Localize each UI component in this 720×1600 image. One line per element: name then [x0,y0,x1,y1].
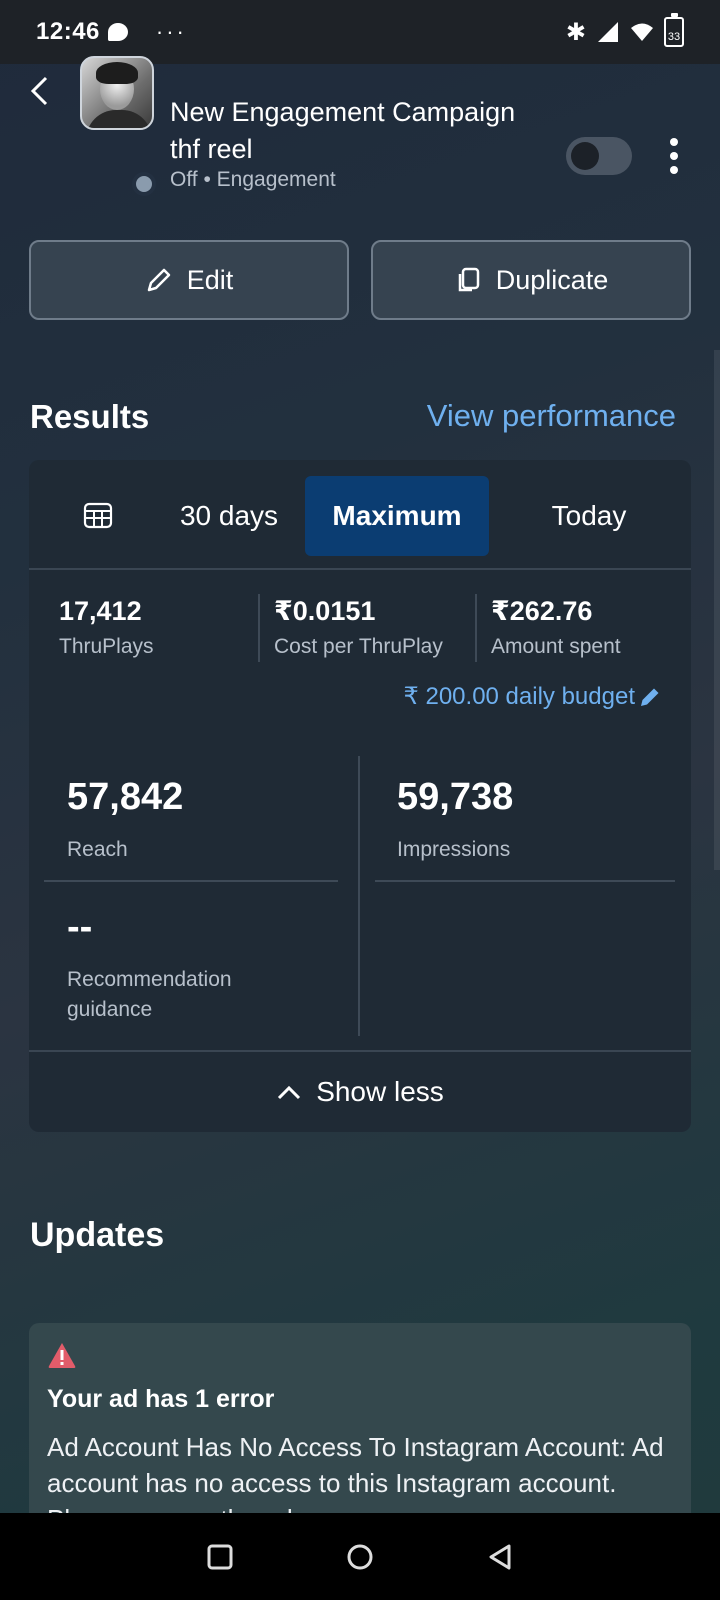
back-button[interactable] [28,76,50,115]
bluetooth-icon: ✱ [565,18,586,46]
ad-thumbnail[interactable] [80,56,154,130]
duplicate-label: Duplicate [495,264,609,295]
error-description: Ad Account Has No Access To Instagram Ac… [47,1432,664,1523]
more-options-icon[interactable] [670,138,680,178]
chevron-left-icon [30,76,48,106]
daily-budget-link[interactable]: ₹ 200.00 daily budget [404,682,661,711]
show-less-button[interactable]: Show less [29,1050,691,1132]
metric-impressions: 59,738 Impressions [397,776,514,861]
date-range-selector: 30 days Maximum Today [29,460,691,570]
metric-recommendation-guidance: -- Recommendation guidance [67,906,232,1021]
range-today[interactable]: Today [499,476,679,556]
overflow-dots: ··· [155,19,187,44]
recents-icon[interactable] [205,1542,235,1572]
range-maximum[interactable]: Maximum [305,476,489,556]
campaign-title: New Engagement Campaign thf reel [170,97,516,164]
status-time: 12:46 [36,18,100,45]
edit-label: Edit [186,264,234,295]
pencil-icon [641,688,659,706]
metric-cost-per-thruplay: ₹0.0151 Cost per ThruPlay [274,596,443,658]
duplicate-icon [458,267,479,292]
chevron-up-icon [278,1085,301,1100]
cell-signal-icon [598,22,618,42]
error-update-card[interactable]: Your ad has 1 error Ad Account Has No Ac… [29,1323,691,1523]
duplicate-button[interactable]: Duplicate [371,240,691,320]
results-card: 30 days Maximum Today 17,412 ThruPlays ₹… [29,460,691,1132]
battery-level: 33 [667,31,681,43]
edit-button[interactable]: Edit [29,240,349,320]
warning-icon [48,1343,76,1368]
error-title: Your ad has 1 error [47,1385,275,1413]
chat-bubble-icon [107,23,128,41]
updates-heading: Updates [30,1216,165,1254]
view-performance-link[interactable]: View performance [427,398,676,434]
daily-budget-text: ₹ 200.00 daily budget [403,683,635,710]
home-icon[interactable] [345,1542,375,1572]
calendar-icon[interactable] [83,500,113,530]
campaign-toggle[interactable] [566,137,632,175]
metric-amount-spent: ₹262.76 Amount spent [491,596,621,658]
wifi-icon [631,23,653,41]
battery-icon: 33 [664,13,684,47]
range-30-days[interactable]: 30 days [149,476,309,556]
scrollbar[interactable] [714,350,720,870]
status-bar: 12:46 ··· ✱ 33 [0,0,720,64]
back-nav-icon[interactable] [485,1542,515,1572]
campaign-status-line: Off • Engagement [170,168,336,191]
metric-thruplays: 17,412 ThruPlays [59,596,154,658]
status-indicator-dot [132,172,156,196]
results-heading: Results [30,398,150,435]
metric-reach: 57,842 Reach [67,776,184,861]
pencil-icon [147,268,170,292]
system-nav-bar [0,1513,720,1600]
show-less-label: Show less [316,1076,444,1107]
